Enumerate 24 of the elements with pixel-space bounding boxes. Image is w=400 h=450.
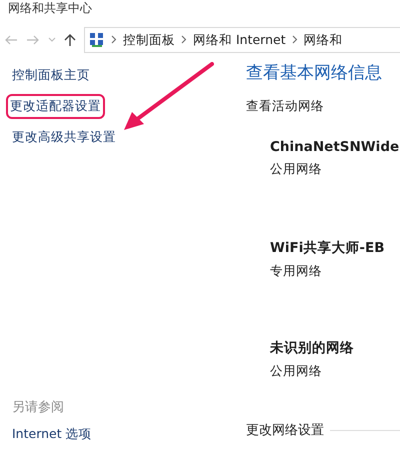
breadcrumb[interactable]: 控制面板 (123, 32, 175, 48)
breadcrumb[interactable]: 网络和 (304, 32, 343, 48)
network-type: 公用网络 (270, 363, 323, 380)
section-heading: 更改网络设置 (246, 422, 324, 439)
page-heading: 查看基本网络信息 (246, 62, 383, 84)
network-name: ChinaNetSNWide (270, 139, 400, 155)
see-also-heading: 另请参阅 (12, 399, 65, 416)
network-icon (89, 32, 105, 48)
forward-button[interactable] (26, 33, 40, 47)
see-also-link[interactable]: Internet 选项 (12, 426, 92, 443)
address-bar[interactable]: 控制面板 网络和 Internet 网络和 (84, 27, 400, 53)
window-title: 网络和共享中心 (7, 0, 93, 15)
sidebar-link[interactable]: 控制面板主页 (12, 67, 90, 84)
sidebar-link[interactable]: 更改适配器设置 (8, 96, 103, 117)
history-dropdown[interactable] (48, 37, 56, 43)
breadcrumb[interactable]: 网络和 Internet (193, 32, 286, 48)
network-name: 未识别的网络 (270, 339, 355, 357)
network-type: 专用网络 (270, 263, 323, 280)
back-button[interactable] (4, 33, 18, 47)
up-button[interactable] (64, 33, 76, 47)
sidebar-link[interactable]: 更改高级共享设置 (12, 129, 116, 146)
section-heading: 查看活动网络 (246, 98, 325, 115)
network-name: WiFi共享大师-EB (270, 239, 386, 257)
network-type: 公用网络 (270, 161, 323, 178)
